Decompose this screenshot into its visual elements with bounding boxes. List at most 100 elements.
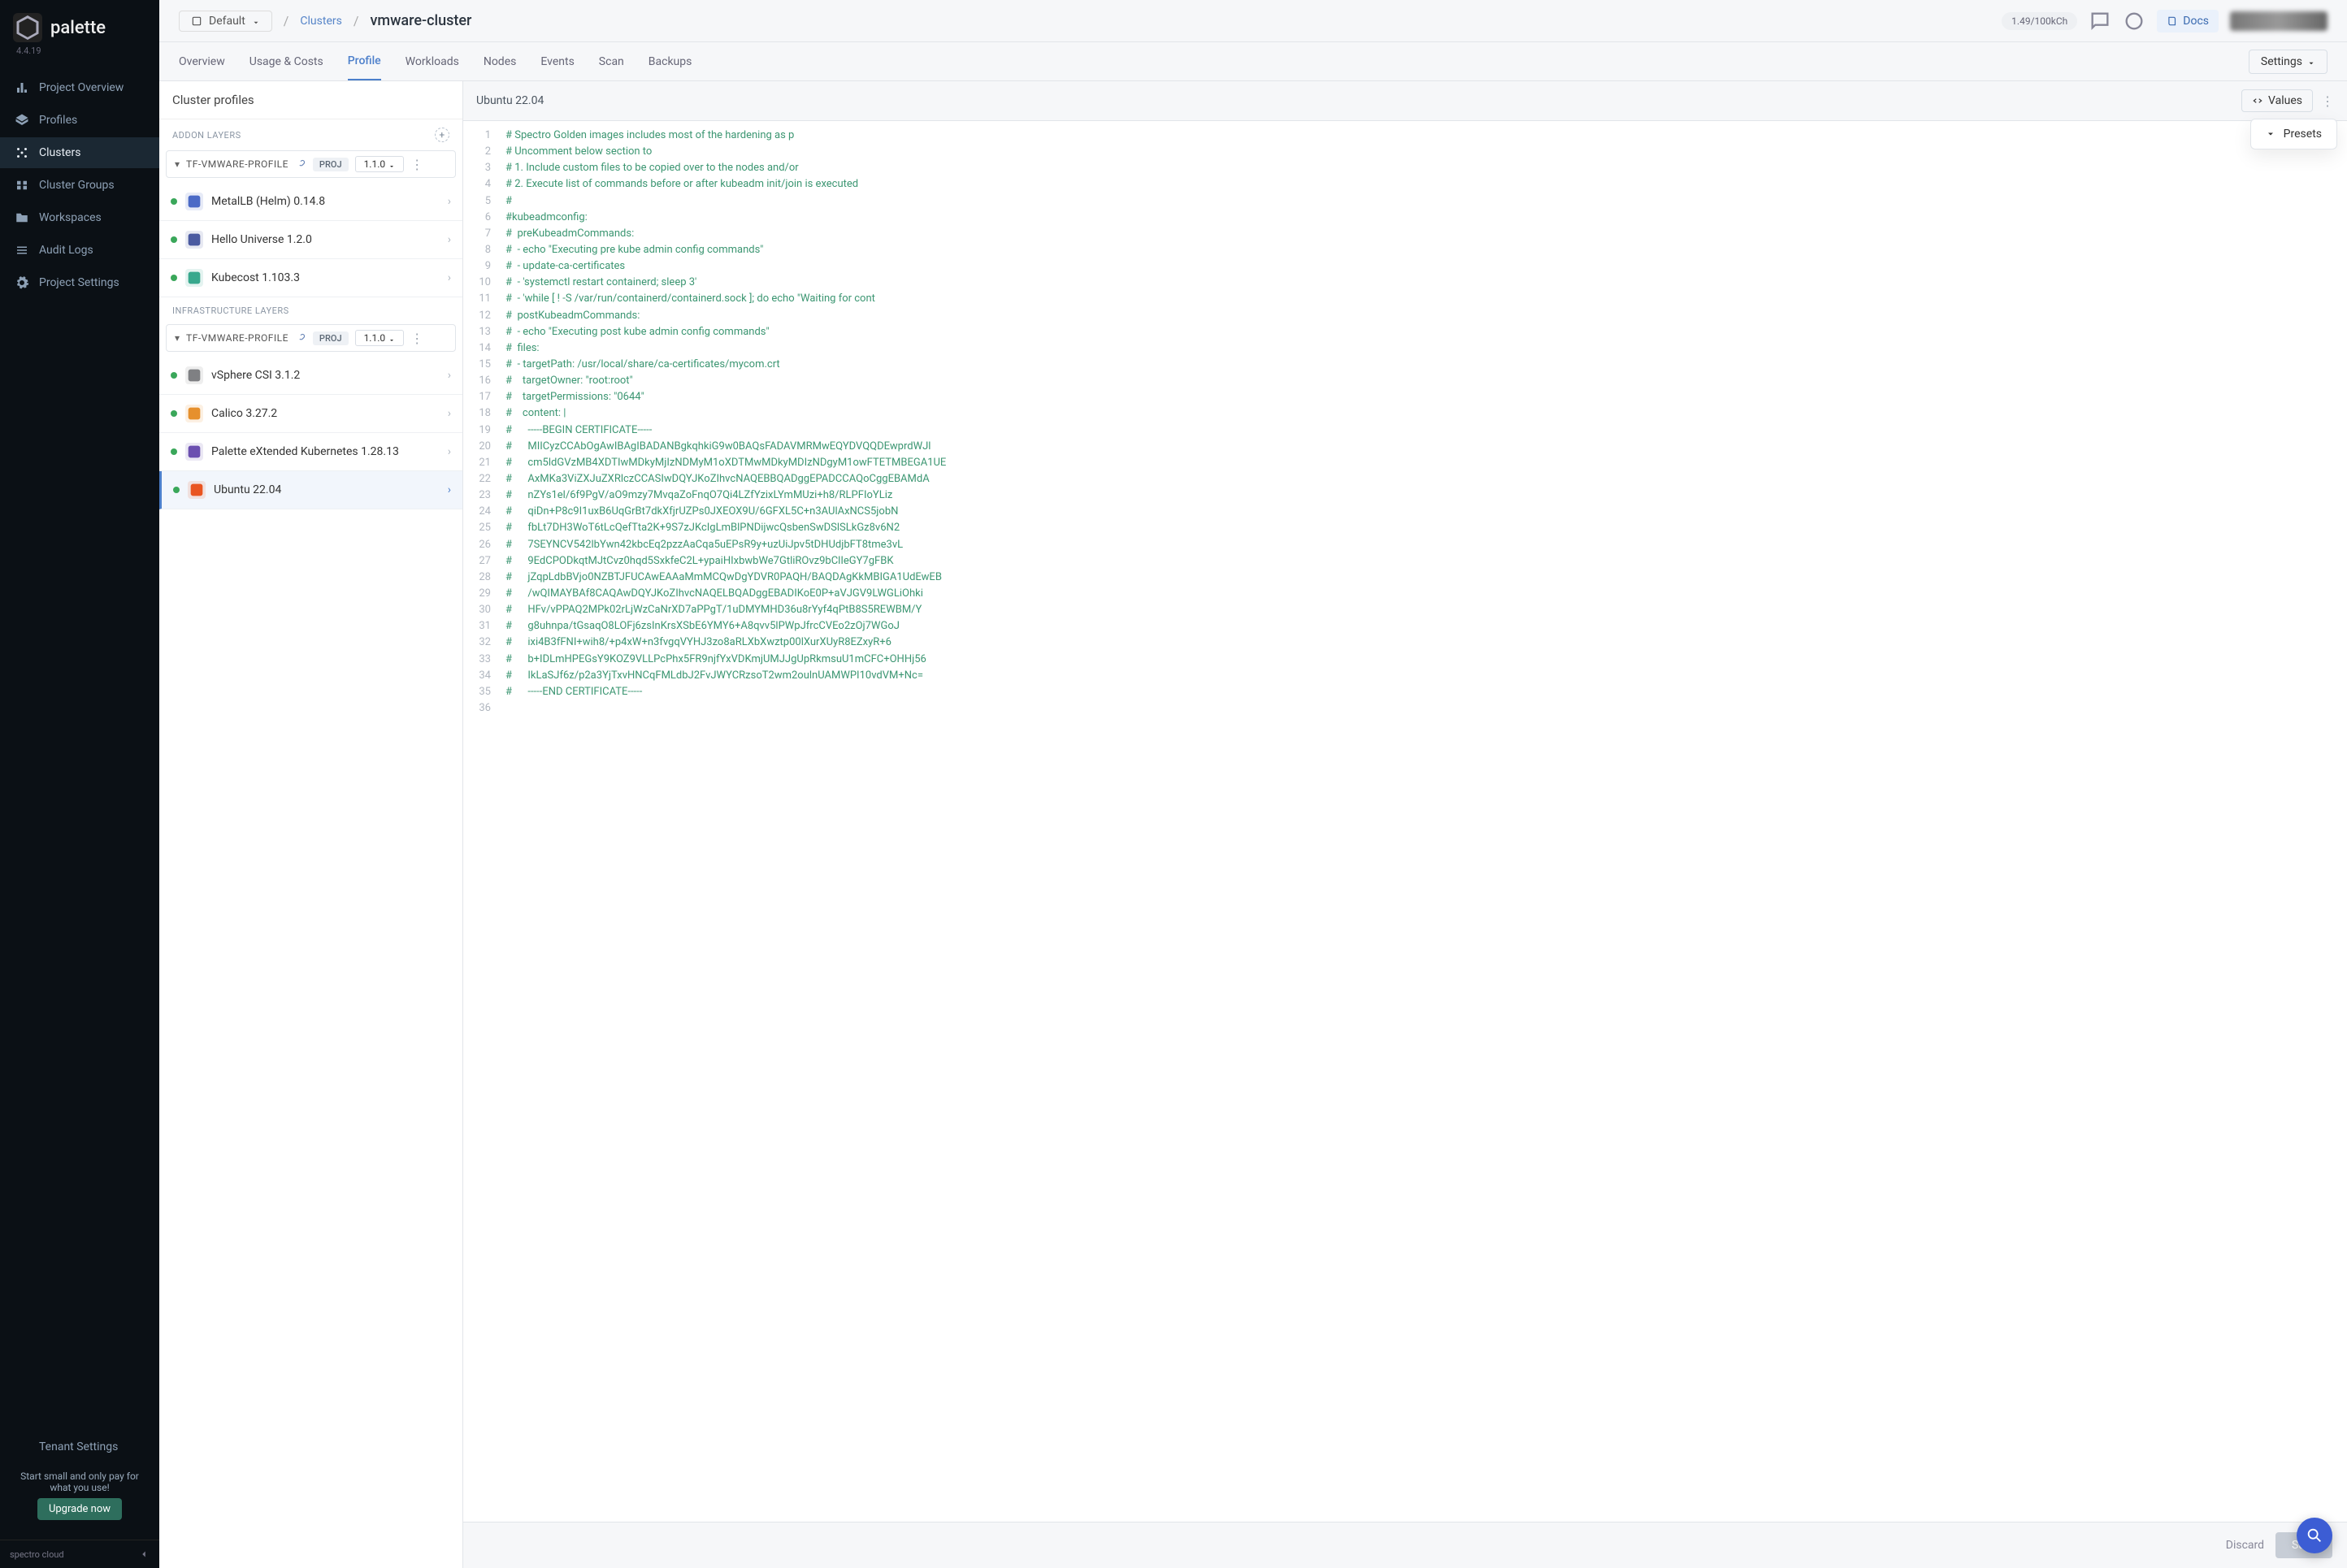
pack-icon [185, 443, 203, 461]
profile-content: Cluster profiles ADDON LAYERS + ▾ TF-VMW… [159, 81, 2347, 1568]
breadcrumb-clusters[interactable]: Clusters [300, 15, 341, 28]
user-menu[interactable] [2230, 11, 2327, 31]
sidebar-item-cluster-groups[interactable]: Cluster Groups [0, 170, 159, 201]
tab-events[interactable]: Events [540, 44, 574, 80]
status-dot-icon [171, 410, 177, 417]
sidebar-item-clusters[interactable]: Clusters [0, 137, 159, 168]
addon-layers-header: ADDON LAYERS + [159, 119, 462, 150]
chat-icon[interactable] [2089, 10, 2111, 32]
tab-overview[interactable]: Overview [179, 44, 225, 80]
cluster-settings-button[interactable]: Settings [2249, 50, 2327, 74]
docs-button[interactable]: Docs [2157, 10, 2219, 32]
code-content: # Spectro Golden images includes most of… [463, 121, 2347, 707]
scope-selector[interactable]: Default [179, 11, 272, 32]
breadcrumb-current: vmware-cluster [370, 12, 471, 29]
sidebar-item-tenant-settings[interactable]: Tenant Settings [0, 1432, 159, 1462]
version-value: 1.1.0 [364, 158, 386, 170]
pack-icon [188, 481, 206, 499]
kebab-icon[interactable]: ⋮ [410, 157, 423, 172]
chevron-right-icon: › [448, 195, 451, 208]
infra-layers-label: INFRASTRUCTURE LAYERS [172, 305, 289, 316]
sidebar-item-project-overview[interactable]: Project Overview [0, 72, 159, 103]
gear-icon [15, 275, 29, 290]
status-dot-icon [171, 448, 177, 455]
brand-name: palette [50, 18, 106, 38]
add-addon-layer-icon[interactable]: + [435, 128, 449, 142]
notification-icon[interactable] [2123, 10, 2145, 32]
addon-layers-label: ADDON LAYERS [172, 130, 241, 141]
tab-backups[interactable]: Backups [649, 44, 692, 80]
chevron-down-icon [2307, 58, 2315, 66]
status-dot-icon [171, 275, 177, 281]
scope-icon [191, 15, 202, 27]
layer-row[interactable]: MetalLB (Helm) 0.14.8 › [159, 183, 462, 221]
code-editor[interactable]: 1234567891011121314151617181920212223242… [463, 121, 2347, 1522]
presets-popover[interactable]: Presets [2250, 119, 2337, 149]
sidebar-item-workspaces[interactable]: Workspaces [0, 202, 159, 233]
chevron-down-icon[interactable]: ▾ [175, 158, 180, 170]
tab-scan[interactable]: Scan [599, 44, 624, 80]
book-icon [2167, 15, 2178, 27]
token-usage-badge: 1.49/100kCh [2002, 12, 2077, 30]
upgrade-now-button[interactable]: Upgrade now [37, 1498, 122, 1520]
link-icon [295, 158, 306, 170]
sidebar: palette 4.4.19 Project Overview Profiles… [0, 0, 159, 1568]
link-icon [295, 332, 306, 344]
editor-column: Ubuntu 22.04 Values ⋮ Presets 1234567891… [463, 81, 2347, 1568]
editor-header: Ubuntu 22.04 Values ⋮ [463, 81, 2347, 121]
chevron-down-icon[interactable]: ▾ [175, 332, 180, 344]
topbar: Default / Clusters / vmware-cluster 1.49… [159, 0, 2347, 42]
footer-brand: spectro cloud [10, 1549, 64, 1560]
list-icon [15, 243, 29, 258]
pack-icon [185, 366, 203, 384]
sidebar-item-label: Clusters [39, 146, 80, 159]
search-icon [2306, 1527, 2323, 1544]
status-dot-icon [171, 236, 177, 243]
scope-value: Default [209, 15, 245, 28]
cta-text: Start small and only pay for what you us… [11, 1471, 148, 1493]
values-button[interactable]: Values [2241, 89, 2313, 112]
sidebar-item-label: Profiles [39, 114, 77, 127]
pack-icon [185, 193, 203, 210]
version-dropdown[interactable]: 1.1.0 [355, 156, 405, 172]
sliders-icon [15, 1440, 29, 1454]
layer-row[interactable]: Palette eXtended Kubernetes 1.28.13 › [159, 433, 462, 471]
status-dot-icon [171, 372, 177, 379]
scope-badge: PROJ [313, 158, 349, 171]
layer-row[interactable]: Ubuntu 22.04 › [159, 471, 462, 509]
profile-name: TF-VMWARE-PROFILE [186, 158, 288, 170]
sidebar-item-profiles[interactable]: Profiles [0, 105, 159, 136]
tab-profile[interactable]: Profile [348, 43, 381, 80]
sidebar-footer: spectro cloud [0, 1540, 159, 1568]
sidebar-item-label: Workspaces [39, 211, 102, 224]
discard-button[interactable]: Discard [2226, 1539, 2264, 1552]
version-dropdown[interactable]: 1.1.0 [355, 330, 405, 346]
collapse-sidebar-icon[interactable] [138, 1549, 150, 1560]
chevron-right-icon: › [448, 369, 451, 382]
kebab-icon[interactable]: ⋮ [2321, 93, 2334, 109]
sidebar-item-label: Tenant Settings [39, 1440, 118, 1453]
layer-row[interactable]: Kubecost 1.103.3 › [159, 259, 462, 297]
layer-row[interactable]: Calico 3.27.2 › [159, 395, 462, 433]
version-value: 1.1.0 [364, 332, 386, 344]
chevron-right-icon: › [448, 271, 451, 284]
tab-workloads[interactable]: Workloads [406, 44, 459, 80]
sidebar-item-label: Audit Logs [39, 244, 93, 257]
sidebar-item-project-settings[interactable]: Project Settings [0, 267, 159, 298]
upgrade-cta: Start small and only pay for what you us… [0, 1462, 159, 1540]
editor-footer: Discard Save [463, 1522, 2347, 1568]
layers-icon [15, 113, 29, 128]
scope-badge: PROJ [313, 331, 349, 345]
kebab-icon[interactable]: ⋮ [410, 331, 423, 346]
chevron-down-icon [388, 335, 395, 341]
tab-nodes[interactable]: Nodes [484, 44, 517, 80]
layer-row[interactable]: Hello Universe 1.2.0 › [159, 221, 462, 259]
code-icon [2252, 95, 2263, 106]
sidebar-item-audit-logs[interactable]: Audit Logs [0, 235, 159, 266]
search-fab[interactable] [2297, 1518, 2332, 1553]
layer-row[interactable]: vSphere CSI 3.1.2 › [159, 357, 462, 395]
settings-label: Settings [2261, 55, 2302, 68]
tab-usage-costs[interactable]: Usage & Costs [249, 44, 323, 80]
sidebar-item-label: Project Settings [39, 276, 119, 289]
profile-name: TF-VMWARE-PROFILE [186, 332, 288, 344]
